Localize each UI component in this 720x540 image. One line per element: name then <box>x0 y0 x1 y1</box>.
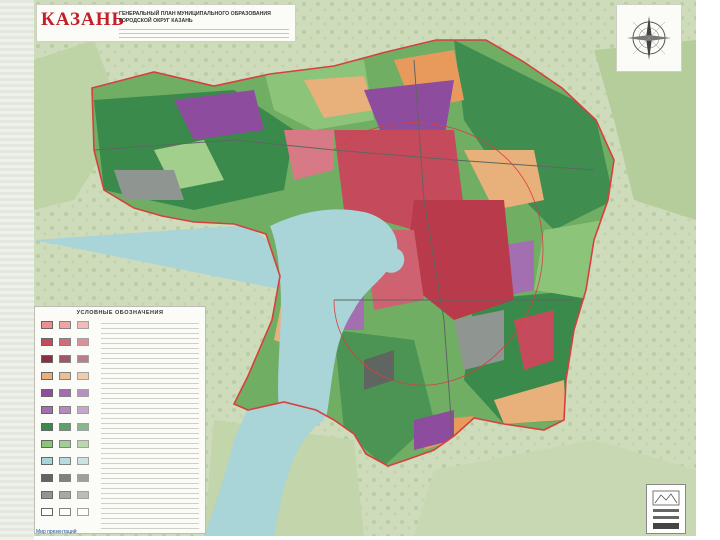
compass-rose <box>616 4 682 72</box>
legend-swatch <box>77 423 89 431</box>
legend-swatch <box>77 321 89 329</box>
title-fine-print <box>119 26 289 38</box>
legend-swatch <box>77 457 89 465</box>
legend-swatch <box>77 406 89 414</box>
legend-swatch <box>41 389 53 397</box>
legend-swatch <box>41 355 53 363</box>
approval-stamp <box>646 484 686 534</box>
legend-swatch <box>59 355 71 363</box>
legend-swatch <box>59 372 71 380</box>
legend-swatch <box>77 491 89 499</box>
map-title-block: КАЗАНЬ ГЕНЕРАЛЬНЫЙ ПЛАН МУНИЦИПАЛЬНОГО О… <box>36 4 296 42</box>
legend-swatch <box>59 508 71 516</box>
legend-swatch <box>41 508 53 516</box>
legend-swatch <box>59 457 71 465</box>
legend-swatch <box>41 474 53 482</box>
footer-logo: Мир презентаций <box>36 529 77 535</box>
legend-panel: УСЛОВНЫЕ ОБОЗНАЧЕНИЯ <box>34 306 206 534</box>
legend-swatch <box>41 372 53 380</box>
plan-title-line2: ГОРОДСКОЙ ОКРУГ КАЗАНЬ <box>119 18 193 24</box>
transport-zone <box>114 170 184 200</box>
legend-swatch <box>77 372 89 380</box>
legend-title: УСЛОВНЫЕ ОБОЗНАЧЕНИЯ <box>76 310 164 316</box>
legend-swatch <box>77 355 89 363</box>
legend-swatch <box>77 338 89 346</box>
legend-swatch <box>77 508 89 516</box>
legend-swatch <box>59 389 71 397</box>
legend-swatch <box>77 474 89 482</box>
legend-swatch <box>41 338 53 346</box>
legend-swatch <box>59 406 71 414</box>
compass-icon <box>627 16 671 60</box>
legend-swatch <box>59 321 71 329</box>
legend-swatch <box>59 474 71 482</box>
legend-swatch <box>41 440 53 448</box>
legend-text-lines <box>101 319 199 529</box>
legend-swatch <box>41 321 53 329</box>
legend-swatch <box>59 423 71 431</box>
legend-swatch <box>59 440 71 448</box>
legend-swatch <box>41 491 53 499</box>
plan-title-line1: ГЕНЕРАЛЬНЫЙ ПЛАН МУНИЦИПАЛЬНОГО ОБРАЗОВА… <box>119 11 271 17</box>
legend-swatch <box>41 423 53 431</box>
legend-swatch <box>41 406 53 414</box>
stamp-emblem-icon <box>652 490 680 529</box>
slide-edge-decoration <box>0 0 34 540</box>
legend-swatch <box>77 389 89 397</box>
legend-swatch <box>77 440 89 448</box>
legend-swatch <box>59 338 71 346</box>
legend-swatch <box>59 491 71 499</box>
city-name-title: КАЗАНЬ <box>41 9 126 30</box>
legend-swatch <box>41 457 53 465</box>
master-plan-map: КАЗАНЬ ГЕНЕРАЛЬНЫЙ ПЛАН МУНИЦИПАЛЬНОГО О… <box>34 0 696 536</box>
